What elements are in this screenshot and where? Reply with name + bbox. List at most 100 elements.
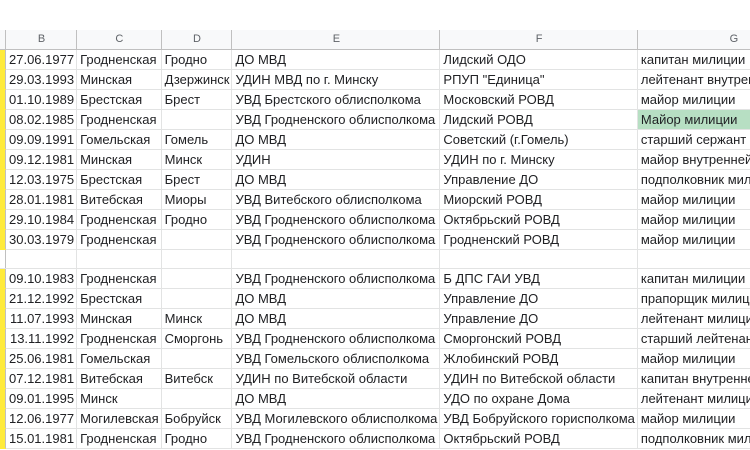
column-header-f[interactable]: F xyxy=(439,30,638,50)
department-cell[interactable]: УДИН xyxy=(231,149,441,170)
department-cell[interactable]: УВД Гродненского облисполкома xyxy=(231,109,441,130)
rank-cell[interactable]: майор милиции xyxy=(637,408,750,429)
city-cell[interactable]: Брест xyxy=(161,89,233,110)
unit-cell[interactable]: Сморгонский РОВД xyxy=(439,328,638,349)
date-cell[interactable]: 07.12.1981 xyxy=(5,368,78,389)
date-cell[interactable]: 29.03.1993 xyxy=(5,69,78,90)
date-cell[interactable]: 28.01.1981 xyxy=(5,189,78,210)
region-cell[interactable]: Брестская xyxy=(76,89,162,110)
city-cell[interactable]: Сморгонь xyxy=(161,328,233,349)
date-cell[interactable]: 12.06.1977 xyxy=(5,408,78,429)
column-header-g[interactable]: G xyxy=(637,30,750,50)
unit-cell[interactable]: Миорский РОВД xyxy=(439,189,638,210)
rank-cell[interactable]: капитан внутренней службы xyxy=(637,368,750,389)
region-cell[interactable]: Гомельская xyxy=(76,348,162,369)
unit-cell[interactable]: УВД Бобруйского горисполкома xyxy=(439,408,638,429)
city-cell[interactable]: Гродно xyxy=(161,49,233,70)
date-cell[interactable]: 27.06.1977 xyxy=(5,49,78,70)
region-cell[interactable]: Минская xyxy=(76,149,162,170)
rank-cell[interactable]: майор милиции xyxy=(637,209,750,230)
unit-cell[interactable]: Жлобинский РОВД xyxy=(439,348,638,369)
unit-cell[interactable]: УДО по охране Дома xyxy=(439,388,638,409)
department-cell[interactable]: ДО МВД xyxy=(231,169,441,190)
unit-cell[interactable]: Б ДПС ГАИ УВД xyxy=(439,268,638,289)
region-cell[interactable]: Гомельская xyxy=(76,129,162,150)
rank-cell[interactable]: прапорщик милиции xyxy=(637,288,750,309)
date-cell[interactable]: 08.02.1985 xyxy=(5,109,78,130)
region-cell[interactable]: Брестская xyxy=(76,288,162,309)
region-cell[interactable]: Витебская xyxy=(76,368,162,389)
city-cell[interactable] xyxy=(161,229,233,250)
rank-cell[interactable]: майор милиции xyxy=(637,229,750,250)
unit-cell[interactable]: Управление ДО xyxy=(439,169,638,190)
department-cell[interactable]: ДО МВД xyxy=(231,129,441,150)
region-cell[interactable]: Гродненская xyxy=(76,209,162,230)
department-cell[interactable]: УВД Брестского облисполкома xyxy=(231,89,441,110)
date-cell[interactable] xyxy=(5,249,78,269)
department-cell[interactable] xyxy=(231,249,441,269)
department-cell[interactable]: ДО МВД xyxy=(231,288,441,309)
unit-cell[interactable]: РПУП "Единица" xyxy=(439,69,638,90)
department-cell[interactable]: УВД Гродненского облисполкома xyxy=(231,229,441,250)
unit-cell[interactable]: Октябрьский РОВД xyxy=(439,209,638,230)
city-cell[interactable] xyxy=(161,268,233,289)
region-cell[interactable]: Гродненская xyxy=(76,49,162,70)
city-cell[interactable] xyxy=(161,109,233,130)
unit-cell[interactable] xyxy=(439,249,638,269)
date-cell[interactable]: 09.12.1981 xyxy=(5,149,78,170)
date-cell[interactable]: 15.01.1981 xyxy=(5,428,78,449)
rank-cell[interactable]: майор внутренней службы xyxy=(637,149,750,170)
unit-cell[interactable]: Октябрьский РОВД xyxy=(439,428,638,449)
city-cell[interactable]: Гомель xyxy=(161,129,233,150)
department-cell[interactable]: УДИН по Витебской области xyxy=(231,368,441,389)
city-cell[interactable]: Миоры xyxy=(161,189,233,210)
region-cell[interactable]: Витебская xyxy=(76,189,162,210)
unit-cell[interactable]: Управление ДО xyxy=(439,288,638,309)
rank-cell[interactable]: Майор милиции xyxy=(637,109,750,130)
rank-cell[interactable]: лейтенант милиции xyxy=(637,308,750,329)
column-header-e[interactable]: E xyxy=(231,30,441,50)
rank-cell[interactable]: майор милиции xyxy=(637,189,750,210)
region-cell[interactable]: Минск xyxy=(76,388,162,409)
region-cell[interactable]: Могилевская xyxy=(76,408,162,429)
region-cell[interactable]: Гродненская xyxy=(76,229,162,250)
rank-cell[interactable] xyxy=(637,249,750,269)
city-cell[interactable]: Гродно xyxy=(161,209,233,230)
city-cell[interactable]: Гродно xyxy=(161,428,233,449)
department-cell[interactable]: УВД Гродненского облисполкома xyxy=(231,268,441,289)
rank-cell[interactable]: подполковник милиции xyxy=(637,169,750,190)
department-cell[interactable]: УВД Гомельского облисполкома xyxy=(231,348,441,369)
department-cell[interactable]: УДИН МВД по г. Минску xyxy=(231,69,441,90)
rank-cell[interactable]: лейтенант внутренней службы xyxy=(637,69,750,90)
date-cell[interactable]: 09.10.1983 xyxy=(5,268,78,289)
unit-cell[interactable]: Гродненский РОВД xyxy=(439,229,638,250)
department-cell[interactable]: УВД Гродненского облисполкома xyxy=(231,428,441,449)
date-cell[interactable]: 09.09.1991 xyxy=(5,129,78,150)
department-cell[interactable]: ДО МВД xyxy=(231,49,441,70)
date-cell[interactable]: 25.06.1981 xyxy=(5,348,78,369)
column-header-d[interactable]: D xyxy=(161,30,233,50)
date-cell[interactable]: 01.10.1989 xyxy=(5,89,78,110)
date-cell[interactable]: 12.03.1975 xyxy=(5,169,78,190)
region-cell[interactable] xyxy=(76,249,162,269)
column-header-b[interactable]: B xyxy=(5,30,78,50)
city-cell[interactable]: Витебск xyxy=(161,368,233,389)
unit-cell[interactable]: Советский (г.Гомель) xyxy=(439,129,638,150)
department-cell[interactable]: УВД Могилевского облисполкома xyxy=(231,408,441,429)
department-cell[interactable]: ДО МВД xyxy=(231,388,441,409)
region-cell[interactable]: Гродненская xyxy=(76,328,162,349)
city-cell[interactable]: Бобруйск xyxy=(161,408,233,429)
date-cell[interactable]: 11.07.1993 xyxy=(5,308,78,329)
city-cell[interactable]: Брест xyxy=(161,169,233,190)
region-cell[interactable]: Гродненская xyxy=(76,428,162,449)
unit-cell[interactable]: Лидский ОДО xyxy=(439,49,638,70)
rank-cell[interactable]: подполковник милиции xyxy=(637,428,750,449)
city-cell[interactable] xyxy=(161,288,233,309)
rank-cell[interactable]: капитан милиции xyxy=(637,268,750,289)
column-header-c[interactable]: C xyxy=(76,30,162,50)
city-cell[interactable] xyxy=(161,249,233,269)
unit-cell[interactable]: Московский РОВД xyxy=(439,89,638,110)
region-cell[interactable]: Минская xyxy=(76,69,162,90)
city-cell[interactable] xyxy=(161,348,233,369)
rank-cell[interactable]: майор милиции xyxy=(637,89,750,110)
